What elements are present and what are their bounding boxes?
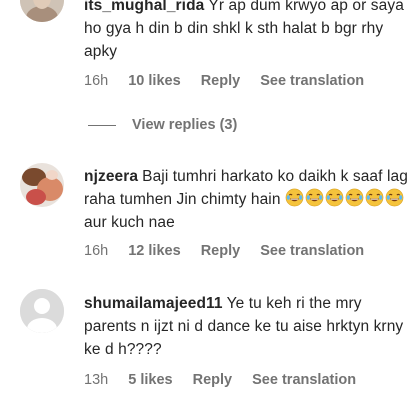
default-avatar-icon xyxy=(20,289,64,333)
divider-line xyxy=(88,124,116,126)
view-replies-label: View replies (3) xyxy=(132,117,238,133)
comment-text: shumailamajeed11 Ye tu keh ri the mry par… xyxy=(84,292,411,364)
comment-meta: 13h 5 likes Reply See translation xyxy=(84,372,372,388)
see-translation-button[interactable]: See translation xyxy=(260,243,364,259)
laughing-crying-emoji xyxy=(285,188,304,207)
reply-button[interactable]: Reply xyxy=(201,73,241,89)
comment-username[interactable]: njzeera xyxy=(84,168,138,185)
emoji-group xyxy=(281,188,405,208)
see-translation-button[interactable]: See translation xyxy=(260,73,364,89)
comment-username[interactable]: its_mughal_rida xyxy=(84,0,204,14)
comment-time: 16h xyxy=(84,243,109,259)
comment-meta: 16h 10 likes Reply See translation xyxy=(84,73,380,89)
avatar[interactable] xyxy=(20,0,64,22)
comment-body-tail: aur kuch nae xyxy=(84,214,175,231)
laughing-crying-emoji xyxy=(345,188,364,207)
laughing-crying-emoji xyxy=(385,188,404,207)
comment-meta: 16h 12 likes Reply See translation xyxy=(84,243,380,259)
comment-text: njzeera Baji tumhri harkato ko daikh k sa… xyxy=(84,165,411,237)
view-replies-button[interactable]: View replies (3) xyxy=(84,117,237,133)
comment-time: 16h xyxy=(84,73,109,89)
laughing-crying-emoji xyxy=(325,188,344,207)
comment-username[interactable]: shumailamajeed11 xyxy=(84,295,223,312)
see-translation-button[interactable]: See translation xyxy=(252,372,356,388)
reply-button[interactable]: Reply xyxy=(193,372,233,388)
avatar[interactable] xyxy=(20,289,64,333)
likes-count[interactable]: 12 likes xyxy=(128,243,180,259)
laughing-crying-emoji xyxy=(305,188,324,207)
comment-time: 13h xyxy=(84,372,109,388)
laughing-crying-emoji xyxy=(365,188,384,207)
likes-count[interactable]: 10 likes xyxy=(128,73,180,89)
likes-count[interactable]: 5 likes xyxy=(128,372,172,388)
reply-button[interactable]: Reply xyxy=(201,243,241,259)
avatar[interactable] xyxy=(20,163,64,207)
comment-text: its_mughal_rida Yr ap dum krwyo ap or say… xyxy=(84,0,411,66)
